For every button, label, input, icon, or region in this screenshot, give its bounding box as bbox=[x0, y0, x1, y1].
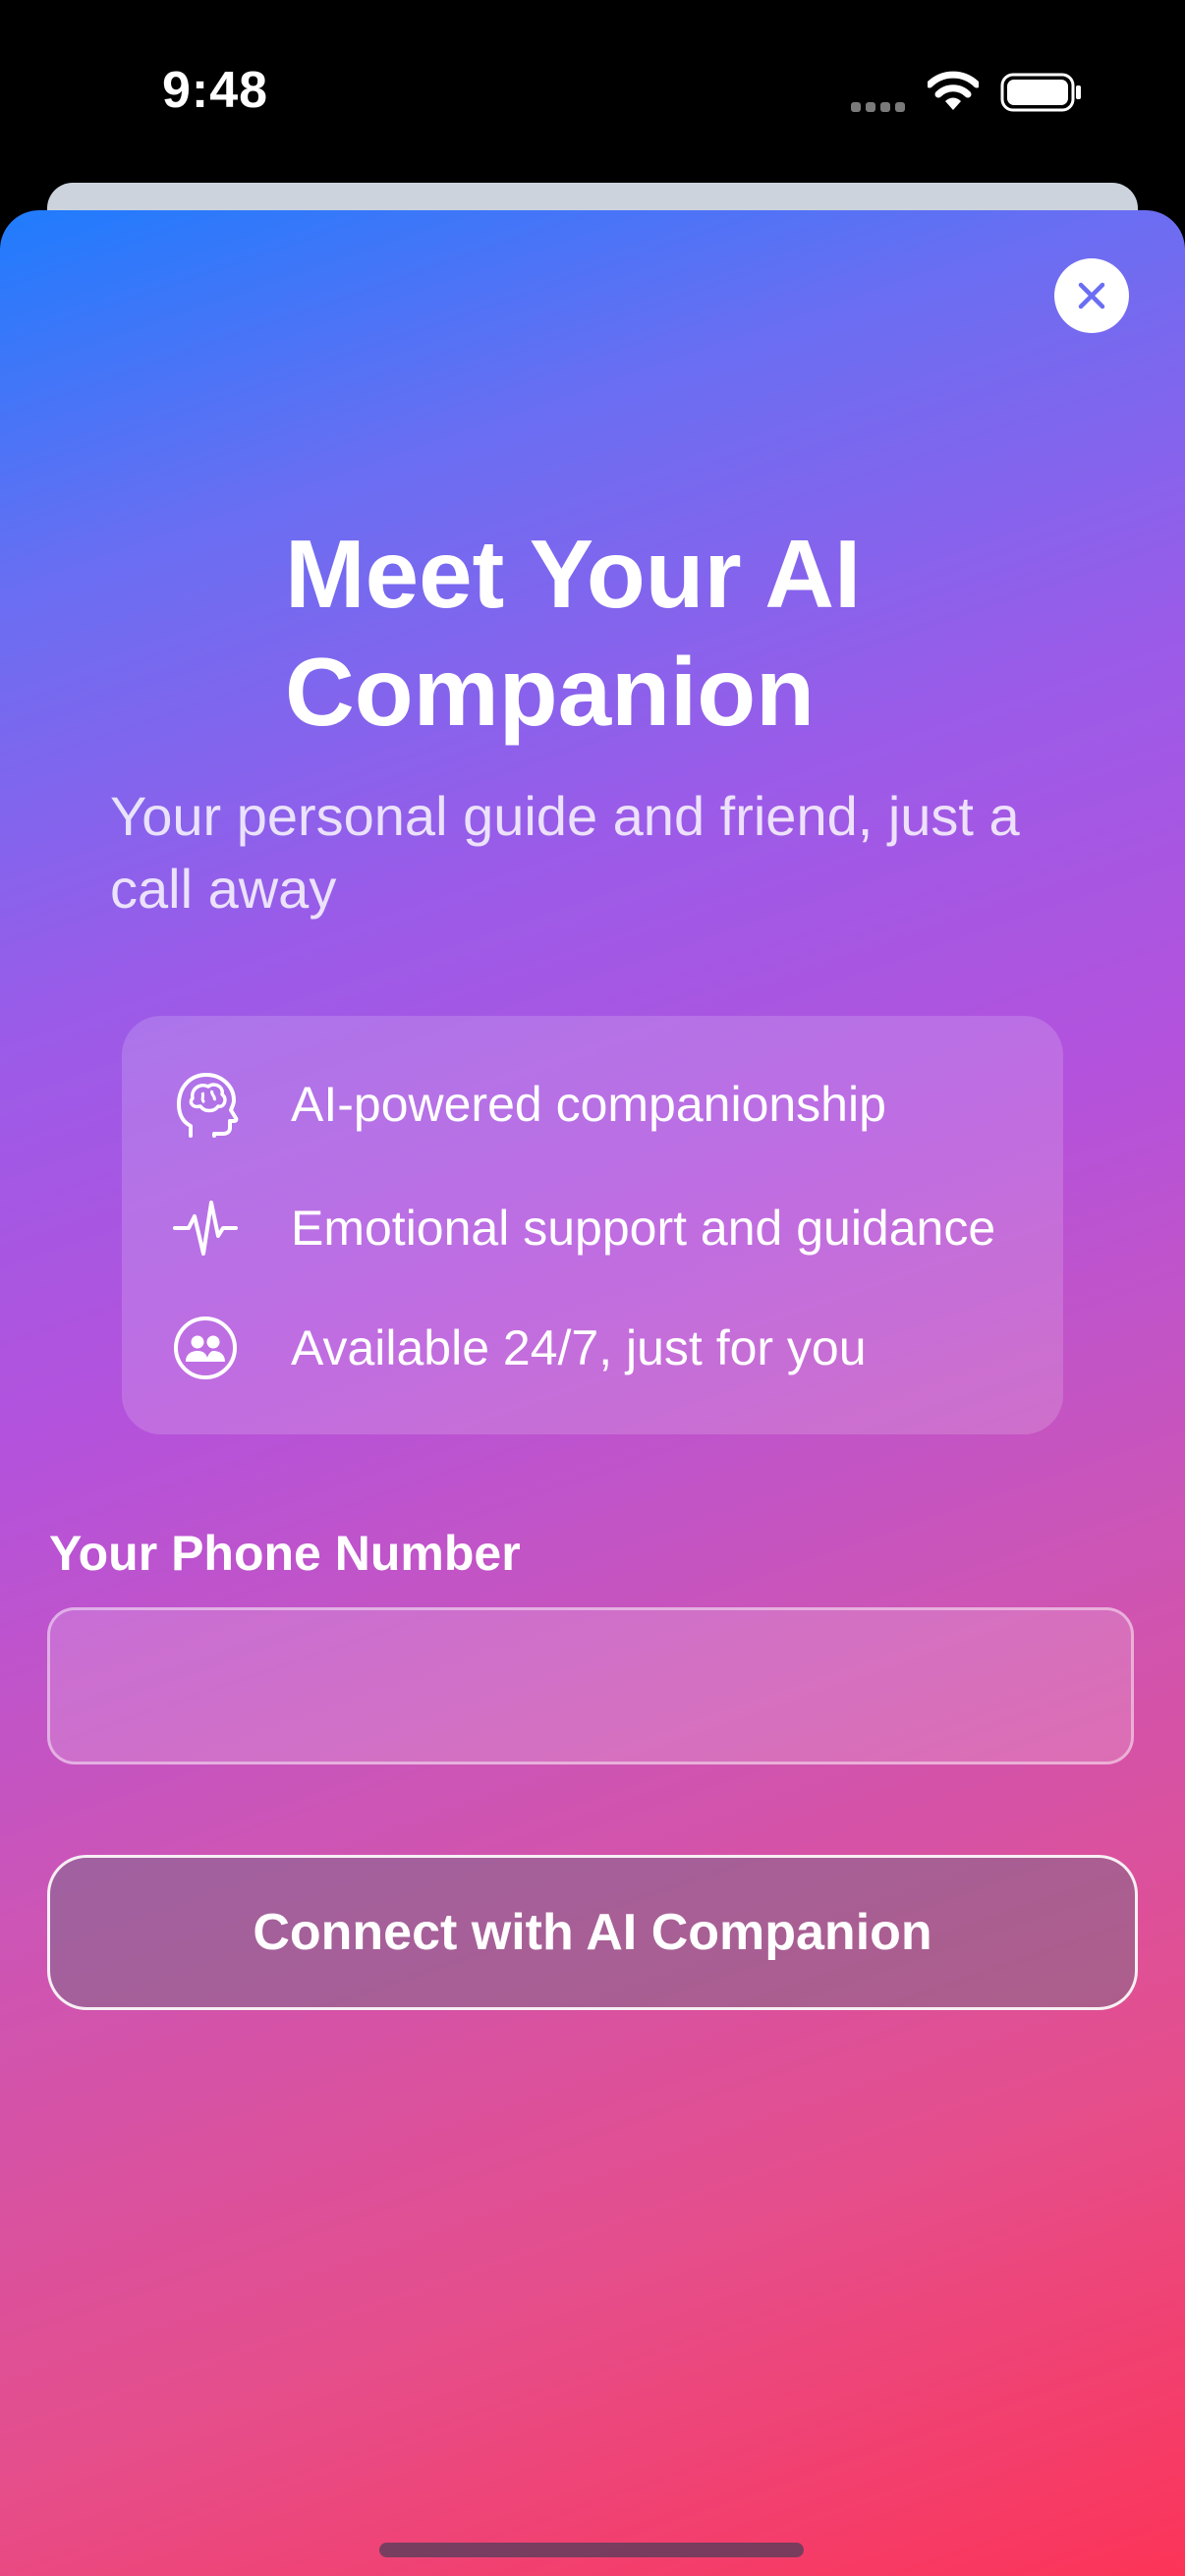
page-subtitle: Your personal guide and friend, just a c… bbox=[110, 785, 1020, 920]
status-bar: 9:48 bbox=[0, 0, 1185, 187]
phone-number-input[interactable] bbox=[47, 1607, 1134, 1764]
feature-label: AI-powered companionship bbox=[291, 1077, 886, 1132]
feature-item: Emotional support and guidance bbox=[171, 1189, 995, 1267]
status-time: 9:48 bbox=[162, 62, 269, 119]
people-circle-icon bbox=[171, 1311, 240, 1385]
feature-item: Available 24/7, just for you bbox=[171, 1309, 867, 1387]
phone-number-label: Your Phone Number bbox=[49, 1526, 521, 1581]
connect-button[interactable]: Connect with AI Companion bbox=[47, 1855, 1138, 2010]
battery-icon bbox=[1000, 73, 1081, 112]
page-title: Meet Your AI Companion bbox=[285, 520, 862, 746]
screen: 9:48 Meet Your AI Companion Your persona… bbox=[0, 0, 1185, 2576]
cellular-signal-icon bbox=[851, 102, 906, 112]
features-card: AI-powered companionship Emotional suppo… bbox=[122, 1016, 1063, 1434]
close-button[interactable] bbox=[1054, 258, 1129, 333]
close-icon bbox=[1078, 282, 1105, 309]
waveform-pulse-icon bbox=[171, 1191, 240, 1265]
home-indicator bbox=[379, 2543, 804, 2557]
companion-sheet: Meet Your AI Companion Your personal gui… bbox=[0, 210, 1185, 2576]
wifi-icon bbox=[928, 71, 979, 110]
feature-label: Available 24/7, just for you bbox=[291, 1320, 867, 1375]
feature-label: Emotional support and guidance bbox=[291, 1201, 996, 1256]
feature-item: AI-powered companionship bbox=[171, 1065, 886, 1144]
brain-head-icon bbox=[171, 1067, 240, 1142]
